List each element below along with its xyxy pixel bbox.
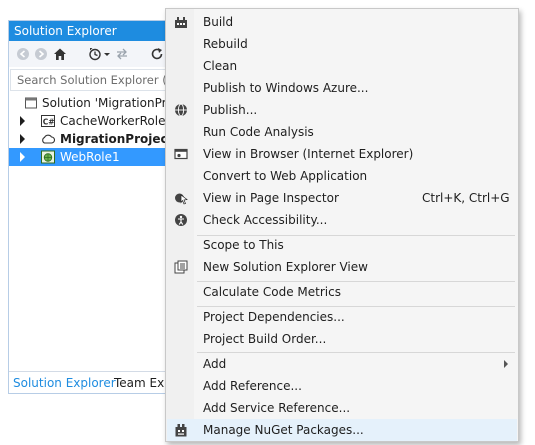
- back-icon[interactable]: [16, 47, 30, 61]
- tree-item-migrationproject[interactable]: MigrationProject: [9, 130, 173, 148]
- page-inspector-icon: [175, 193, 188, 205]
- explorer-tab-strip: Solution Explorer Team Exp: [9, 371, 172, 393]
- history-dropdown-icon[interactable]: [103, 47, 111, 61]
- menu-item-label: Manage NuGet Packages...: [203, 423, 364, 437]
- menu-item-publish[interactable]: Publish...: [167, 99, 517, 121]
- menu-item-project-build-order[interactable]: Project Build Order...: [167, 328, 517, 350]
- sync-icon[interactable]: [115, 47, 129, 61]
- menu-item-label: Clean: [203, 59, 238, 73]
- menu-item-add-service-reference[interactable]: Add Service Reference...: [167, 397, 517, 419]
- menu-item-shortcut: Ctrl+K, Ctrl+G: [422, 191, 510, 205]
- menu-item-view-in-page-inspector[interactable]: View in Page Inspector Ctrl+K, Ctrl+G: [167, 187, 517, 209]
- menu-item-calculate-code-metrics[interactable]: Calculate Code Metrics: [167, 281, 517, 303]
- solution-explorer-toolbar: [9, 41, 167, 67]
- menu-item-label: Add Service Reference...: [203, 401, 351, 415]
- menu-item-label: Publish to Windows Azure...: [203, 81, 369, 95]
- menu-item-rebuild[interactable]: Rebuild: [167, 33, 517, 55]
- menu-item-add[interactable]: Add: [167, 353, 517, 375]
- menu-item-clean[interactable]: Clean: [167, 55, 517, 77]
- tree-item-webrole1[interactable]: WebRole1: [9, 148, 167, 166]
- tree-item-label: WebRole1: [60, 150, 120, 164]
- menu-item-label: Project Dependencies...: [203, 310, 345, 324]
- menu-item-check-accessibility[interactable]: Check Accessibility...: [167, 209, 517, 231]
- menu-item-label: Check Accessibility...: [203, 213, 328, 227]
- menu-item-label: Add: [203, 357, 227, 371]
- expand-arrow-icon[interactable]: [20, 134, 25, 144]
- submenu-arrow-icon: [504, 360, 508, 368]
- menu-item-label: Calculate Code Metrics: [203, 285, 341, 299]
- browser-icon: [174, 148, 188, 160]
- tree-item-label: CacheWorkerRole1: [60, 114, 174, 128]
- tree-item-label: MigrationProject: [60, 132, 174, 146]
- menu-item-label: Run Code Analysis: [203, 125, 314, 139]
- accessibility-icon: [175, 214, 187, 226]
- refresh-icon[interactable]: [150, 47, 164, 61]
- tree-item-label: Solution 'MigrationProj: [42, 96, 177, 110]
- web-project-icon: [41, 150, 55, 164]
- expand-arrow-icon[interactable]: [20, 152, 25, 162]
- tab-solution-explorer[interactable]: Solution Explorer: [13, 374, 116, 392]
- solution-explorer-window: Solution Explorer Search Solution Explor…: [8, 20, 177, 394]
- context-menu: Build Rebuild Clean Publish to Windows A…: [165, 8, 519, 442]
- menu-item-project-dependencies[interactable]: Project Dependencies...: [167, 306, 517, 328]
- svg-text:C#: C#: [43, 118, 55, 127]
- solution-explorer-title: Solution Explorer: [9, 21, 167, 41]
- expand-arrow-icon[interactable]: [20, 116, 25, 126]
- menu-item-label: Rebuild: [203, 37, 248, 51]
- menu-item-label: View in Page Inspector: [203, 191, 339, 205]
- menu-item-label: Build: [203, 15, 234, 29]
- solution-icon: [25, 97, 37, 109]
- history-icon[interactable]: [88, 47, 102, 61]
- menu-item-publish-to-windows-azure[interactable]: Publish to Windows Azure...: [167, 77, 517, 99]
- cloud-project-icon: [42, 134, 55, 144]
- menu-item-run-code-analysis[interactable]: Run Code Analysis: [167, 121, 517, 143]
- menu-item-label: Publish...: [203, 103, 258, 117]
- search-input[interactable]: Search Solution Explorer (Ctrl: [10, 69, 167, 91]
- menu-item-scope-to-this[interactable]: Scope to This: [167, 234, 517, 256]
- menu-item-label: Scope to This: [203, 238, 284, 252]
- menu-item-label: Add Reference...: [203, 379, 302, 393]
- menu-item-new-solution-explorer-view[interactable]: New Solution Explorer View: [167, 256, 517, 278]
- menu-item-label: New Solution Explorer View: [203, 260, 368, 274]
- tree-item-solution[interactable]: Solution 'MigrationProj: [9, 94, 177, 112]
- menu-item-build[interactable]: Build: [167, 11, 517, 33]
- new-view-icon: [174, 260, 188, 274]
- build-icon: [175, 17, 187, 28]
- menu-item-manage-nuget-packages[interactable]: Manage NuGet Packages...: [167, 419, 517, 441]
- publish-globe-icon: [175, 103, 187, 117]
- home-icon[interactable]: [53, 47, 67, 61]
- menu-item-label: Project Build Order...: [203, 332, 327, 346]
- menu-item-label: View in Browser (Internet Explorer): [203, 147, 414, 161]
- menu-item-add-reference[interactable]: Add Reference...: [167, 375, 517, 397]
- solution-tree: Solution 'MigrationProj C# CacheWorkerRo…: [9, 94, 177, 166]
- menu-item-view-in-browser[interactable]: View in Browser (Internet Explorer): [167, 143, 517, 165]
- tree-item-cacheworkerrole1[interactable]: C# CacheWorkerRole1: [9, 112, 173, 130]
- csharp-project-icon: C#: [41, 115, 55, 127]
- menu-item-convert-to-web-application[interactable]: Convert to Web Application: [167, 165, 517, 187]
- nuget-icon: [175, 424, 187, 437]
- menu-item-label: Convert to Web Application: [203, 169, 368, 183]
- tab-team-explorer[interactable]: Team Exp: [114, 374, 172, 392]
- forward-icon[interactable]: [34, 47, 48, 61]
